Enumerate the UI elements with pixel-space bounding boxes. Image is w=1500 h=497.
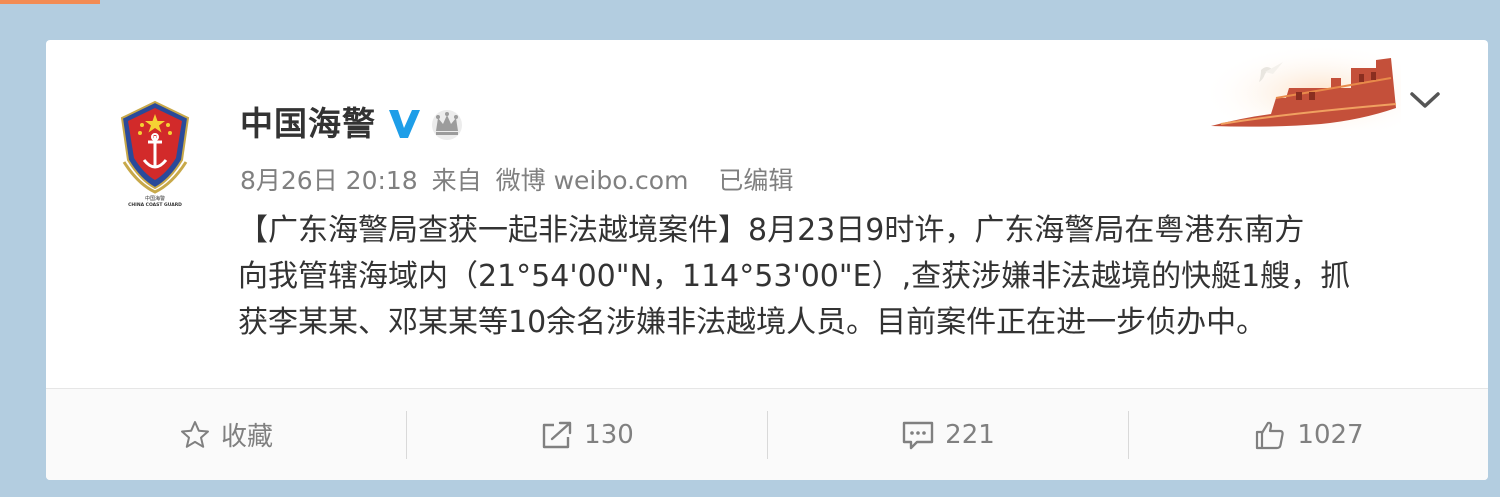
coast-guard-emblem-icon	[120, 100, 190, 194]
crown-member-icon[interactable]	[429, 106, 465, 142]
post-actions-bar: 收藏 130 221 1027	[46, 389, 1488, 480]
star-icon	[180, 420, 209, 448]
comment-button[interactable]: 221	[768, 389, 1128, 480]
comment-icon	[902, 421, 934, 449]
thumbs-up-icon	[1256, 421, 1285, 449]
post-source-link[interactable]: 微博 weibo.com	[496, 166, 689, 195]
avatar-caption-cn: 中国海警	[144, 196, 165, 202]
great-wall-decoration-icon	[1201, 48, 1401, 130]
favorite-label: 收藏	[220, 422, 273, 452]
top-accent-bar	[0, 0, 100, 4]
verified-v-icon[interactable]	[386, 106, 422, 142]
repost-count: 130	[584, 419, 634, 450]
content-line: 向我管辖海域内（21°54'00"N，114°53'00"E）,查获涉嫌非法越境…	[238, 259, 1351, 294]
repost-button[interactable]: 130	[407, 389, 767, 480]
from-label: 来自	[431, 166, 482, 195]
content-line: 【广东海警局查获一起非法越境案件】8月23日9时许，广东海警局在粤港东南方	[238, 213, 1305, 248]
comment-count: 221	[945, 419, 995, 450]
avatar-caption-en: CHINA COAST GUARD	[128, 203, 182, 208]
post-meta: 8月26日 20:18 来自 微博 weibo.com 已编辑	[240, 166, 799, 196]
post-timestamp[interactable]: 8月26日 20:18	[240, 166, 418, 195]
favorite-button[interactable]: 收藏	[46, 389, 406, 480]
weibo-post-card: 中国海警 CHINA COAST GUARD 中国海警 8月26日 20:18 …	[46, 40, 1488, 480]
content-line: 获李某某、邓某某等10余名涉嫌非法越境人员。目前案件正在进一步侦办中。	[238, 305, 1267, 340]
like-count: 1027	[1297, 419, 1364, 450]
author-name[interactable]: 中国海警	[240, 104, 376, 144]
post-content: 【广东海警局查获一起非法越境案件】8月23日9时许，广东海警局在粤港东南方 向我…	[238, 208, 1438, 346]
edited-label[interactable]: 已编辑	[718, 166, 793, 195]
avatar[interactable]: 中国海警 CHINA COAST GUARD	[118, 100, 192, 208]
share-icon	[542, 421, 572, 448]
chevron-down-icon[interactable]	[1408, 88, 1442, 112]
like-button[interactable]: 1027	[1129, 389, 1488, 480]
